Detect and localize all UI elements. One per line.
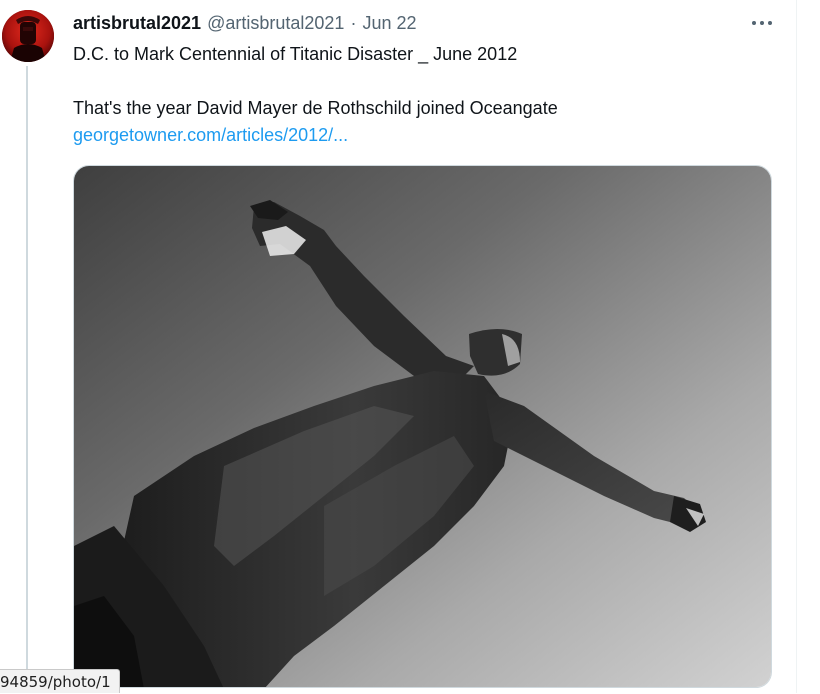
tweet-body: D.C. to Mark Centennial of Titanic Disas…: [73, 41, 773, 149]
tweet-card[interactable]: artisbrutal2021 @artisbrutal2021 · Jun 2…: [0, 0, 798, 693]
browser-status-url: 94859/photo/1: [0, 669, 120, 693]
more-options-button[interactable]: [745, 8, 779, 38]
user-handle[interactable]: @artisbrutal2021: [207, 11, 344, 35]
avatar[interactable]: [2, 10, 54, 62]
thread-line: [26, 66, 28, 693]
tweet-text-line: D.C. to Mark Centennial of Titanic Disas…: [73, 44, 518, 64]
statue-photo-icon: [74, 166, 771, 687]
tweet-media-photo[interactable]: [73, 165, 772, 688]
red-figure-avatar-icon: [2, 10, 54, 62]
tweet-text-line: That's the year David Mayer de Rothschil…: [73, 98, 558, 118]
tweet-link[interactable]: georgetowner.com/articles/2012/...: [73, 125, 348, 145]
timeline-divider: [796, 0, 797, 693]
tweet-header: artisbrutal2021 @artisbrutal2021 · Jun 2…: [73, 11, 416, 35]
tweet-timestamp[interactable]: Jun 22: [362, 11, 416, 35]
more-dots-icon: [752, 21, 772, 25]
separator-dot: ·: [350, 13, 357, 33]
display-name[interactable]: artisbrutal2021: [73, 11, 201, 35]
